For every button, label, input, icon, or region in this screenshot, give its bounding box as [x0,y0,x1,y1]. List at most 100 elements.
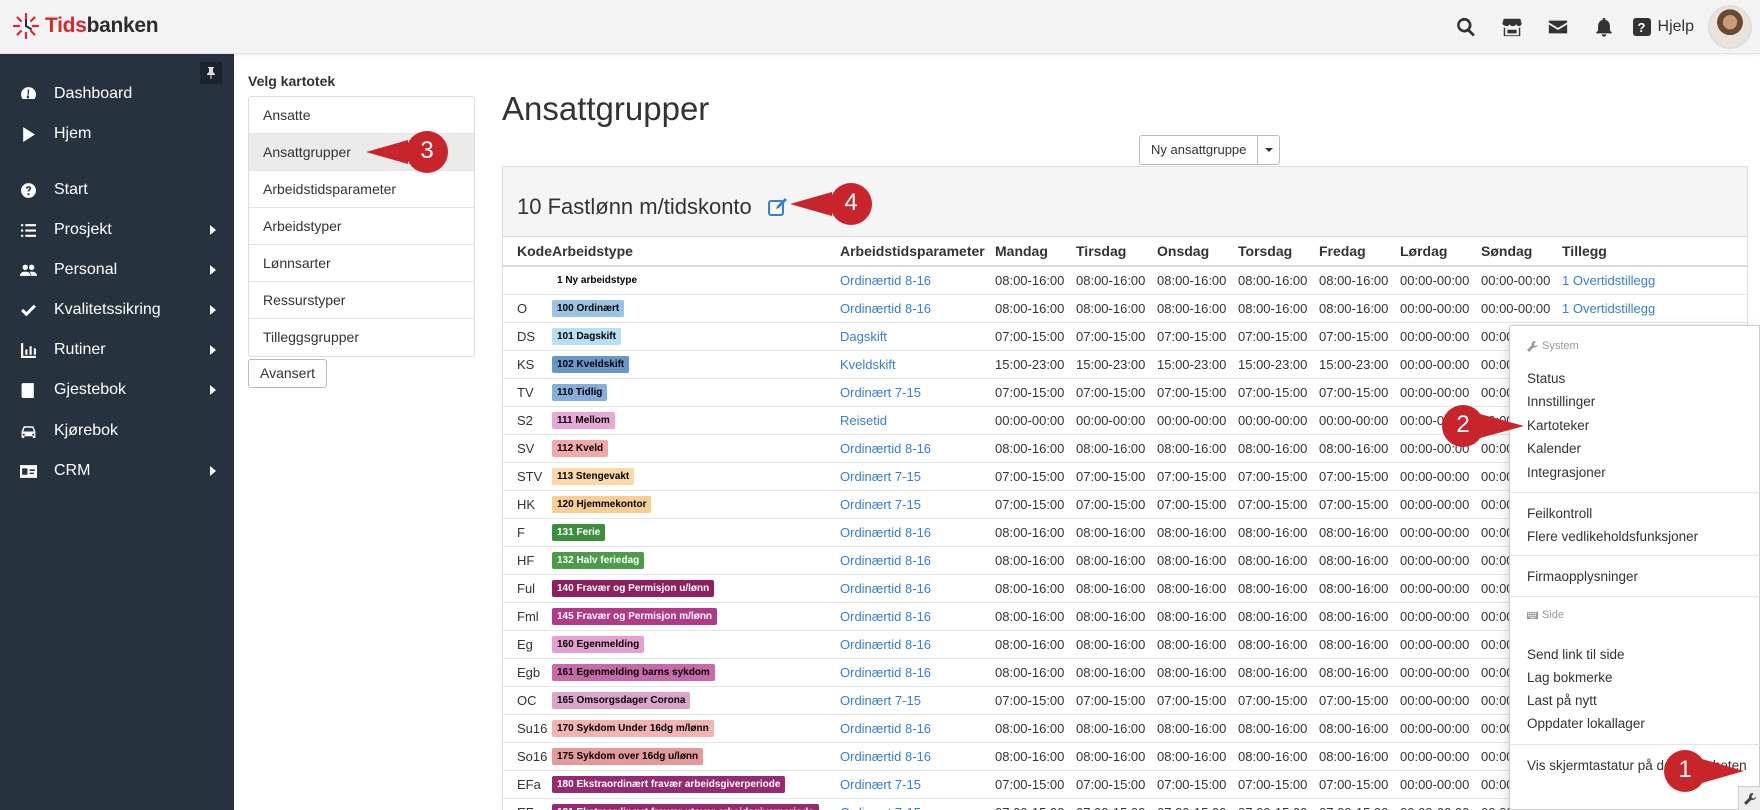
column-header[interactable]: Lørdag [1400,237,1481,267]
menu-item-oppdater-lokallager[interactable]: Oppdater lokallager [1527,716,1645,731]
arbeidstidsparameter-link[interactable]: Ordinærtid 8-16 [840,665,931,680]
arbeidstidsparameter-link[interactable]: Reisetid [840,413,887,428]
column-header[interactable]: Arbeidstype [552,237,840,267]
kartotek-item-ressurstyper[interactable]: Ressurstyper [249,282,474,319]
tillegg-link[interactable]: 1 Overtidstillegg [1562,273,1655,288]
help-link[interactable]: ? Hjelp [1627,18,1708,36]
sidebar-item-kj-rebok[interactable]: Kjørebok [0,411,234,451]
worktype-badge[interactable]: 161 Egenmelding barns sykdom [552,664,715,681]
arbeidstidsparameter-link[interactable]: Ordinærtid 8-16 [840,637,931,652]
user-avatar[interactable] [1708,5,1752,49]
worktype-badge[interactable]: 132 Halv feriedag [552,552,645,569]
search-icon[interactable] [1443,0,1489,54]
arbeidstidsparameter-link[interactable]: Ordinærtid 8-16 [840,721,931,736]
sidebar-item-hjem[interactable]: Hjem [0,114,234,154]
worktype-badge[interactable]: 160 Egenmelding [552,636,645,653]
day-cell: 07:00-15:00 [995,769,1076,798]
menu-item-integrasjoner[interactable]: Integrasjoner [1527,465,1606,480]
arbeidstidsparameter-link[interactable]: Ordinært 7-15 [840,497,921,512]
worktype-badge[interactable]: 101 Dagskift [552,328,621,345]
menu-item-kartoteker[interactable]: Kartoteker [1527,418,1589,433]
arbeidstidsparameter-link[interactable]: Ordinærtid 8-16 [840,301,931,316]
arbeidstidsparameter-link[interactable]: Ordinærtid 8-16 [840,525,931,540]
column-header[interactable]: Kode [503,237,552,267]
menu-item-flere-vedlikeholdsfunksjoner[interactable]: Flere vedlikeholdsfunksjoner [1527,529,1698,544]
menu-item-last-p-nytt[interactable]: Last på nytt [1527,693,1597,708]
arbeidstidsparameter-link[interactable]: Dagskift [840,329,887,344]
day-cell: 07:00-15:00 [1238,797,1319,810]
column-header[interactable]: Tirsdag [1076,237,1157,267]
menu-item-send-link-til-side[interactable]: Send link til side [1527,647,1625,662]
worktype-badge[interactable]: 112 Kveld [552,440,609,457]
store-icon[interactable] [1489,0,1535,54]
sidebar-item-dashboard[interactable]: Dashboard [0,74,234,114]
menu-item-innstillinger[interactable]: Innstillinger [1527,394,1595,409]
sidebar-item-kvalitetssikring[interactable]: Kvalitetssikring [0,290,234,330]
kartotek-item-arbeidstidsparameter[interactable]: Arbeidstidsparameter [249,171,474,208]
arbeidstidsparameter-link[interactable]: Ordinært 7-15 [840,385,921,400]
column-header[interactable]: Onsdag [1157,237,1238,267]
arbeidstidsparameter-link[interactable]: Ordinærtid 8-16 [840,581,931,596]
arbeidstidsparameter-link[interactable]: Ordinærtid 8-16 [840,273,931,288]
arbeidstidsparameter-link[interactable]: Kveldskift [840,357,896,372]
worktype-badge[interactable]: 131 Ferie [552,524,606,541]
dashboard-icon [17,83,39,105]
day-cell: 08:00-16:00 [995,265,1076,294]
worktype-badge[interactable]: 1 Ny arbeidstype [552,272,643,290]
arbeidstidsparameter-link[interactable]: Ordinært 7-15 [840,777,921,792]
worktype-badge[interactable]: 113 Stengevakt [552,468,635,485]
column-header[interactable]: Arbeidstidsparameter [840,237,995,267]
worktype-badge[interactable]: 110 Tidlig [552,384,608,401]
new-group-dropdown-toggle[interactable] [1258,135,1281,165]
column-header[interactable]: Mandag [995,237,1076,267]
menu-item-feilkontroll[interactable]: Feilkontroll [1527,506,1592,521]
table-row[interactable]: 1 Ny arbeidstype Ordinærtid 8-16 08:00-16:… [503,265,1747,294]
worktype-badge[interactable]: 180 Ekstraordinært fravær arbeidsgiverpe… [552,776,786,793]
kartotek-item-ansatte[interactable]: Ansatte [249,97,474,134]
tidsbanken-logo[interactable]: Tidsbanken [12,12,159,40]
arbeidstidsparameter-link[interactable]: Ordinært 7-15 [840,693,921,708]
arbeidstidsparameter-link[interactable]: Ordinærtid 8-16 [840,441,931,456]
worktype-badge[interactable]: 165 Omsorgsdager Corona [552,692,691,709]
new-group-button[interactable]: Ny ansattgruppe [1139,135,1259,165]
column-header[interactable]: Torsdag [1238,237,1319,267]
sidebar-item-prosjekt[interactable]: Prosjekt [0,210,234,250]
worktype-badge[interactable]: 102 Kveldskift [552,356,630,373]
arbeidstype-cell: 160 Egenmelding [552,629,840,658]
worktype-badge[interactable]: 100 Ordinært [552,300,625,317]
menu-item-kalender[interactable]: Kalender [1527,441,1581,456]
envelope-icon[interactable] [1535,0,1581,54]
sidebar-item-gjestebok[interactable]: Gjestebok [0,370,234,410]
kartotek-item-tilleggsgrupper[interactable]: Tilleggsgrupper [249,319,474,356]
avansert-button[interactable]: Avansert [248,359,327,388]
worktype-badge[interactable]: 170 Sykdom Under 16dg m/lønn [552,720,714,737]
worktype-badge[interactable]: 111 Mellom [552,412,615,429]
arbeidstidsparameter-link[interactable]: Ordinært 7-15 [840,805,921,810]
column-header[interactable]: Søndag [1481,237,1562,267]
edit-icon[interactable] [767,196,789,218]
table-row[interactable]: O 100 Ordinært Ordinærtid 8-16 08:00-16:00 0… [503,293,1747,322]
menu-item-status[interactable]: Status [1527,371,1565,386]
menu-item-firmaopplysninger[interactable]: Firmaopplysninger [1527,569,1638,584]
arbeidstidsparameter-link[interactable]: Ordinært 7-15 [840,469,921,484]
sidebar-item-personal[interactable]: Personal [0,250,234,290]
worktype-badge[interactable]: 120 Hjemmekontor [552,496,652,513]
arbeidstidsparameter-link[interactable]: Ordinærtid 8-16 [840,553,931,568]
worktype-badge[interactable]: 181 Ekstraordinært fravær utover arbeids… [552,804,819,810]
day-cell: 08:00-16:00 [1238,545,1319,574]
worktype-badge[interactable]: 175 Sykdom over 16dg u/lønn [552,748,704,765]
tillegg-link[interactable]: 1 Overtidstillegg [1562,301,1655,316]
sidebar-item-crm[interactable]: CRM [0,451,234,491]
worktype-badge[interactable]: 145 Fravær og Permisjon m/lønn [552,608,718,625]
kartotek-item-l-nnsarter[interactable]: Lønnsarter [249,245,474,282]
sidebar-item-start[interactable]: Start [0,170,234,210]
bell-icon[interactable] [1581,0,1627,54]
worktype-badge[interactable]: 140 Fravær og Permisjon u/lønn [552,580,715,597]
column-header[interactable]: Fredag [1319,237,1400,267]
arbeidstidsparameter-link[interactable]: Ordinærtid 8-16 [840,749,931,764]
arbeidstidsparameter-link[interactable]: Ordinærtid 8-16 [840,609,931,624]
sidebar-item-rutiner[interactable]: Rutiner [0,330,234,370]
column-header[interactable]: Tillegg [1562,237,1747,267]
kartotek-item-arbeidstyper[interactable]: Arbeidstyper [249,208,474,245]
menu-item-lag-bokmerke[interactable]: Lag bokmerke [1527,670,1613,685]
